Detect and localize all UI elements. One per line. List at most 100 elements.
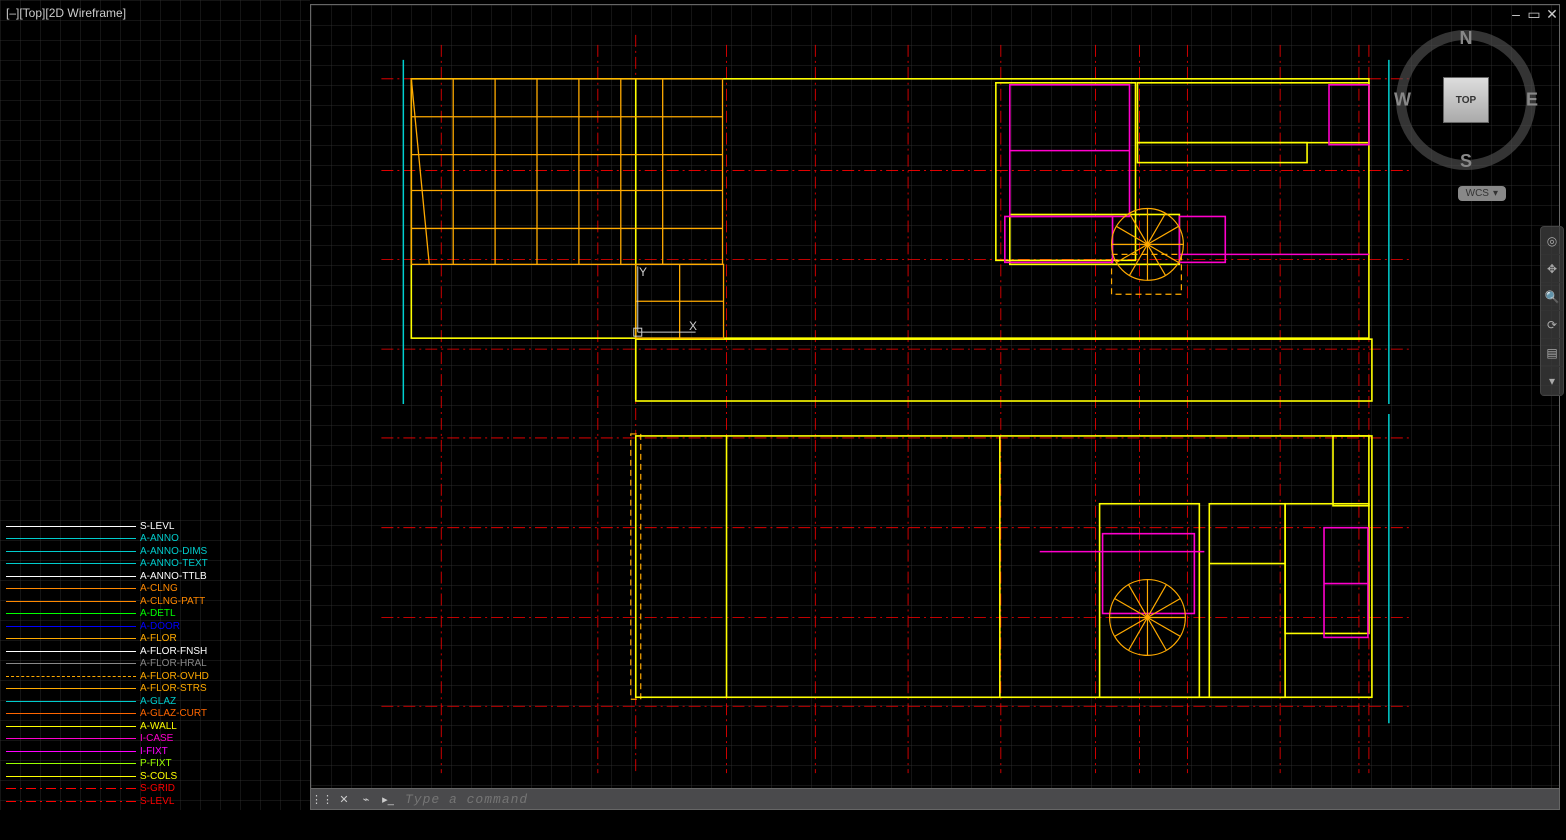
layer-row[interactable]: A-GLAZ [6,695,209,708]
layer-row[interactable]: A-CLNG-PATT [6,595,209,608]
layer-name-label: S-LEVL [140,521,174,532]
layer-name-label: A-FLOR-OVHD [140,671,209,682]
viewport-window-controls: – ▭ ✕ [1508,6,1560,23]
maximize-button[interactable]: ▭ [1526,6,1542,23]
layer-swatch [6,551,136,552]
layer-swatch [6,638,136,639]
layer-swatch [6,776,136,777]
nav-wheel-button[interactable]: ◎ [1541,227,1563,255]
nav-zoom-button[interactable]: 🔍 [1541,283,1563,311]
compass-n[interactable]: N [1460,28,1473,49]
layer-row[interactable]: A-WALL [6,720,209,733]
layer-row[interactable]: S-LEVL [6,795,209,808]
nav-pan-button[interactable]: ✥ [1541,255,1563,283]
layer-row[interactable]: A-GLAZ-CURT [6,708,209,721]
nav-orbit-button[interactable]: ⟳ [1541,311,1563,339]
layer-name-label: S-LEVL [140,796,174,807]
compass-e[interactable]: E [1526,90,1538,111]
command-grip-icon[interactable]: ⋮⋮ [312,790,332,808]
layer-swatch [6,788,136,789]
viewcube-top-face[interactable]: TOP [1443,77,1489,123]
viewcube[interactable]: N S E W TOP [1396,30,1536,170]
layer-row[interactable]: A-FLOR-OVHD [6,670,209,683]
layer-name-label: A-GLAZ-CURT [140,708,207,719]
layer-row[interactable]: A-ANNO-TTLB [6,570,209,583]
layer-name-label: A-GLAZ [140,696,176,707]
layer-swatch [6,538,136,539]
layer-swatch [6,588,136,589]
command-input[interactable] [399,792,1559,807]
layer-row[interactable]: A-FLOR-STRS [6,683,209,696]
command-bar: ⋮⋮ ✕ ⌁ ▸_ [310,788,1560,810]
layer-name-label: A-DETL [140,608,176,619]
minimize-button[interactable]: – [1508,6,1524,23]
close-button[interactable]: ✕ [1544,6,1560,23]
layer-name-label: A-CLNG [140,583,178,594]
layer-row[interactable]: S-COLS [6,770,209,783]
nav-showmotion-button[interactable]: ▤ [1541,339,1563,367]
layer-swatch [6,751,136,752]
layer-name-label: A-ANNO-DIMS [140,546,207,557]
layer-swatch [6,576,136,577]
ucs-x-label: X [689,319,697,333]
layer-row[interactable]: A-ANNO [6,533,209,546]
nav-expand-button[interactable]: ▾ [1541,367,1563,395]
command-history-button[interactable]: ▸_ [378,790,398,808]
layer-name-label: A-FLOR-HRAL [140,658,207,669]
layer-row[interactable]: A-FLOR-HRAL [6,658,209,671]
ucs-y-label: Y [639,265,647,279]
compass-s[interactable]: S [1460,151,1472,172]
layer-swatch [6,726,136,727]
layer-row[interactable]: I-CASE [6,733,209,746]
layer-legend: S-LEVLA-ANNOA-ANNO-DIMSA-ANNO-TEXTA-ANNO… [6,520,209,808]
layer-row[interactable]: A-FLOR-FNSH [6,645,209,658]
layer-name-label: S-GRID [140,783,175,794]
layer-name-label: A-FLOR-FNSH [140,646,207,657]
layer-swatch [6,613,136,614]
layer-name-label: S-COLS [140,771,177,782]
wcs-label: WCS [1466,188,1489,199]
layer-row[interactable]: A-DOOR [6,620,209,633]
layer-row[interactable]: A-ANNO-TEXT [6,558,209,571]
layer-row[interactable]: A-CLNG [6,583,209,596]
layer-swatch [6,676,136,677]
drawing-viewport[interactable]: X Y [310,4,1560,804]
layer-swatch [6,663,136,664]
layer-row[interactable]: A-FLOR [6,633,209,646]
layer-name-label: A-CLNG-PATT [140,596,205,607]
command-customize-button[interactable]: ⌁ [356,790,376,808]
chevron-down-icon: ▾ [1493,188,1498,199]
layer-name-label: A-ANNO-TTLB [140,571,207,582]
layer-swatch [6,713,136,714]
layer-name-label: I-CASE [140,733,173,744]
layer-name-label: A-ANNO-TEXT [140,558,208,569]
layer-swatch [6,601,136,602]
command-close-button[interactable]: ✕ [334,790,354,808]
cad-drawing [311,5,1559,803]
layer-swatch [6,651,136,652]
layer-name-label: I-FIXT [140,746,168,757]
layer-row[interactable]: A-DETL [6,608,209,621]
layer-name-label: P-FIXT [140,758,172,769]
layer-swatch [6,738,136,739]
layer-row[interactable]: I-FIXT [6,745,209,758]
layer-name-label: A-FLOR [140,633,177,644]
layer-row[interactable]: S-LEVL [6,520,209,533]
layer-swatch [6,763,136,764]
wcs-selector[interactable]: WCS ▾ [1458,186,1506,201]
navigation-bar: ◎ ✥ 🔍 ⟳ ▤ ▾ [1540,226,1564,396]
layer-row[interactable]: P-FIXT [6,758,209,771]
layer-name-label: A-DOOR [140,621,180,632]
compass-w[interactable]: W [1394,90,1411,111]
layer-swatch [6,563,136,564]
layer-row[interactable]: A-ANNO-DIMS [6,545,209,558]
layer-swatch [6,801,136,802]
layer-swatch [6,626,136,627]
viewport-label[interactable]: [–][Top][2D Wireframe] [6,6,126,20]
layer-name-label: A-WALL [140,721,177,732]
layer-row[interactable]: S-GRID [6,783,209,796]
layer-swatch [6,526,136,527]
layer-swatch [6,688,136,689]
layer-name-label: A-FLOR-STRS [140,683,207,694]
layer-name-label: A-ANNO [140,533,179,544]
